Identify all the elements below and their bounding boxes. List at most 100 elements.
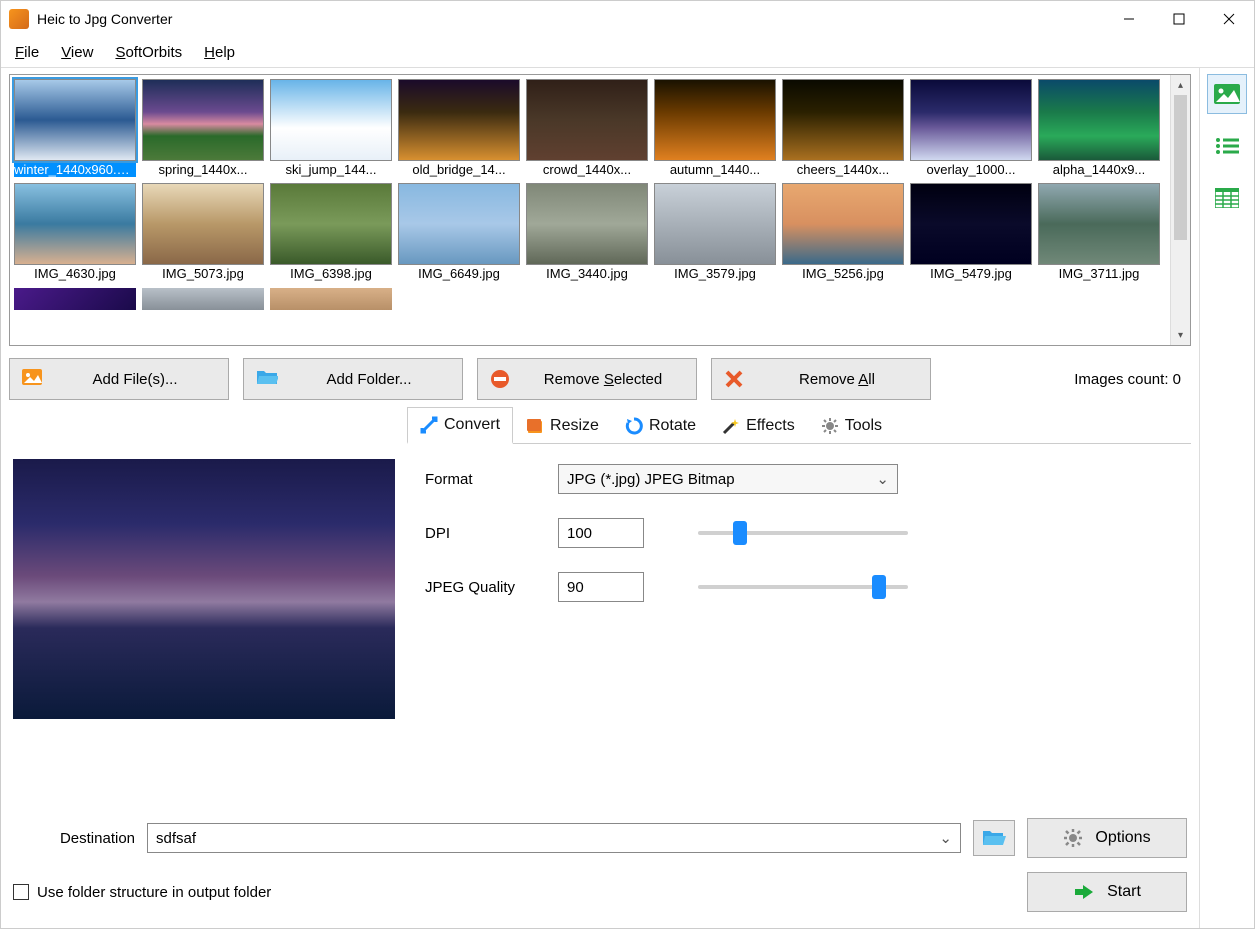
thumb-label: IMG_6649.jpg <box>418 267 500 281</box>
start-label: Start <box>1107 883 1141 901</box>
settings-tabs: Convert Resize Rotate Effects <box>407 406 1191 444</box>
slider-thumb[interactable] <box>872 575 886 599</box>
tab-rotate-label: Rotate <box>649 417 696 435</box>
scroll-down-button[interactable]: ▾ <box>1171 325 1190 345</box>
thumb-item[interactable]: alpha_1440x9... <box>1038 79 1160 177</box>
preview-panel <box>9 406 399 810</box>
quality-input[interactable]: 90 <box>558 572 644 602</box>
thumb-item[interactable]: crowd_1440x... <box>526 79 648 177</box>
browse-button[interactable] <box>973 820 1015 856</box>
tools-icon <box>821 417 839 435</box>
menu-view[interactable]: View <box>51 40 103 65</box>
thumb-label: IMG_3579.jpg <box>674 267 756 281</box>
thumb-label: cheers_1440x... <box>797 163 890 177</box>
minimize-button[interactable] <box>1104 1 1154 37</box>
destination-dropdown[interactable]: sdfsaf ⌄ <box>147 823 961 853</box>
menu-help[interactable]: Help <box>194 40 245 65</box>
thumb-label: IMG_3711.jpg <box>1059 267 1140 281</box>
format-dropdown[interactable]: JPG (*.jpg) JPEG Bitmap ⌄ <box>558 464 898 494</box>
dpi-input[interactable]: 100 <box>558 518 644 548</box>
thumb-item[interactable]: overlay_1000... <box>910 79 1032 177</box>
folder-open-icon <box>982 829 1006 847</box>
tab-effects-label: Effects <box>746 417 795 435</box>
destination-value: sdfsaf <box>156 830 196 847</box>
thumb-item[interactable]: IMG_6398.jpg <box>270 183 392 281</box>
thumb-label: IMG_5479.jpg <box>930 267 1012 281</box>
thumb-item[interactable]: spring_1440x... <box>142 79 264 177</box>
thumb-image <box>398 183 520 265</box>
options-button[interactable]: Options <box>1027 818 1187 858</box>
thumb-image <box>654 183 776 265</box>
quality-label: JPEG Quality <box>425 579 540 596</box>
thumb-label: IMG_5073.jpg <box>162 267 244 281</box>
tab-tools[interactable]: Tools <box>808 408 895 443</box>
thumb-item[interactable]: ski_jump_144... <box>270 79 392 177</box>
scroll-up-button[interactable]: ▴ <box>1171 75 1190 95</box>
thumb-image <box>910 79 1032 161</box>
thumb-label: IMG_6398.jpg <box>290 267 372 281</box>
thumb-image-partial[interactable] <box>270 288 392 310</box>
tab-rotate[interactable]: Rotate <box>612 408 709 443</box>
thumb-image-partial[interactable] <box>142 288 264 310</box>
convert-icon <box>420 416 438 434</box>
menu-softorbits[interactable]: SoftOrbits <box>105 40 192 65</box>
gallery-scrollbar[interactable]: ▴ ▾ <box>1170 75 1190 345</box>
remove-all-button[interactable]: Remove All <box>711 358 931 400</box>
thumb-label: autumn_1440... <box>670 163 760 177</box>
thumb-item[interactable]: winter_1440x960.heic <box>14 79 136 177</box>
add-files-button[interactable]: Add File(s)... <box>9 358 229 400</box>
tab-tools-label: Tools <box>845 417 882 435</box>
maximize-button[interactable] <box>1154 1 1204 37</box>
quality-slider[interactable] <box>698 572 908 602</box>
destination-label: Destination <box>13 830 135 847</box>
details-view-icon <box>1215 188 1239 208</box>
tab-effects[interactable]: Effects <box>709 408 808 443</box>
add-files-label: Add File(s)... <box>54 371 216 388</box>
dpi-slider[interactable] <box>698 518 908 548</box>
tab-resize[interactable]: Resize <box>513 408 612 443</box>
start-button[interactable]: Start <box>1027 872 1187 912</box>
effects-icon <box>722 417 740 435</box>
options-label: Options <box>1095 829 1150 847</box>
thumb-item[interactable]: IMG_5073.jpg <box>142 183 264 281</box>
window-title: Heic to Jpg Converter <box>37 11 172 27</box>
thumb-item[interactable]: IMG_6649.jpg <box>398 183 520 281</box>
menu-file[interactable]: File <box>5 40 49 65</box>
thumb-image <box>526 79 648 161</box>
add-folder-button[interactable]: Add Folder... <box>243 358 463 400</box>
thumb-image <box>14 183 136 265</box>
view-thumbnails-button[interactable] <box>1207 74 1247 114</box>
chevron-down-icon: ⌄ <box>876 470 889 488</box>
format-label: Format <box>425 471 540 488</box>
use-folder-structure-checkbox[interactable]: Use folder structure in output folder <box>13 884 271 901</box>
menu-bar: File View SoftOrbits Help <box>1 37 1254 67</box>
slider-thumb[interactable] <box>733 521 747 545</box>
view-list-button[interactable] <box>1207 126 1247 166</box>
thumb-item[interactable]: cheers_1440x... <box>782 79 904 177</box>
thumb-item[interactable]: IMG_5256.jpg <box>782 183 904 281</box>
thumb-item[interactable]: IMG_3440.jpg <box>526 183 648 281</box>
thumb-label: IMG_3440.jpg <box>546 267 628 281</box>
tab-convert[interactable]: Convert <box>407 407 513 444</box>
action-bar: Add File(s)... Add Folder... Remove Sele… <box>1 352 1199 406</box>
thumb-label: IMG_5256.jpg <box>802 267 884 281</box>
thumb-item[interactable]: IMG_5479.jpg <box>910 183 1032 281</box>
thumb-label: overlay_1000... <box>927 163 1016 177</box>
thumb-item[interactable]: old_bridge_14... <box>398 79 520 177</box>
thumb-image <box>1038 79 1160 161</box>
thumb-item[interactable]: IMG_3579.jpg <box>654 183 776 281</box>
thumb-image-partial[interactable] <box>14 288 136 310</box>
folder-icon <box>256 369 276 389</box>
add-folder-label: Add Folder... <box>288 371 450 388</box>
chevron-down-icon: ⌄ <box>939 829 952 847</box>
thumb-item[interactable]: autumn_1440... <box>654 79 776 177</box>
close-button[interactable] <box>1204 1 1254 37</box>
thumb-item[interactable]: IMG_3711.jpg <box>1038 183 1160 281</box>
thumb-item[interactable]: IMG_4630.jpg <box>14 183 136 281</box>
view-details-button[interactable] <box>1207 178 1247 218</box>
remove-selected-button[interactable]: Remove Selected <box>477 358 697 400</box>
play-icon <box>1073 883 1095 901</box>
thumb-label: alpha_1440x9... <box>1053 163 1146 177</box>
thumb-image <box>14 79 136 161</box>
scroll-handle[interactable] <box>1174 95 1187 240</box>
